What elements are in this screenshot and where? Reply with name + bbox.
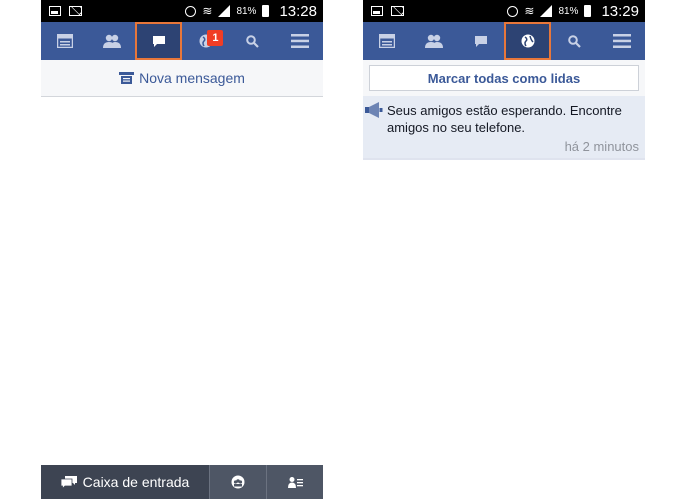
alarm-icon (507, 5, 519, 17)
tab-friends[interactable] (88, 22, 135, 60)
tab-notifications[interactable]: 1 (182, 22, 229, 60)
clock: 13:28 (279, 2, 317, 20)
messages-icon (474, 35, 487, 47)
inbox-label: Caixa de entrada (82, 474, 190, 490)
wifi-icon: ≋ (202, 4, 213, 18)
notification-time: há 2 minutos (564, 139, 639, 154)
notifications-panel: Marcar todas como lidas Seus amigos estã… (363, 60, 645, 160)
battery-percent: 81% (558, 5, 579, 17)
contacts-icon (287, 477, 303, 488)
status-bar: ≋ 81% 13:29 (363, 0, 645, 22)
mail-icon (69, 6, 82, 16)
notifications-badge: 1 (207, 30, 224, 46)
tab-news-feed[interactable] (363, 22, 410, 60)
tab-news-feed[interactable] (41, 22, 88, 60)
tab-menu[interactable] (276, 22, 323, 60)
compose-icon (119, 72, 135, 84)
notification-text: Seus amigos estão esperando. Encontre am… (387, 103, 622, 135)
alarm-icon (185, 5, 197, 17)
messages-icon (60, 475, 77, 489)
status-bar: ≋ 81% 13:28 (41, 0, 323, 22)
new-message-label: Nova mensagem (139, 70, 245, 86)
image-icon (371, 6, 383, 16)
search-icon (568, 34, 581, 48)
battery-icon (262, 5, 270, 17)
notification-item[interactable]: Seus amigos estão esperando. Encontre am… (363, 96, 645, 158)
top-nav (363, 22, 645, 60)
image-icon (49, 6, 61, 16)
mark-read-row: Marcar todas como lidas (363, 60, 645, 96)
right-phone-screen: ≋ 81% 13:29 Marcar todas como lidas Seus… (363, 0, 645, 160)
menu-icon (612, 34, 631, 48)
menu-icon (290, 34, 309, 48)
signal-icon (540, 5, 553, 17)
tab-messages[interactable] (135, 22, 182, 60)
tab-menu[interactable] (598, 22, 645, 60)
news-feed-icon (56, 34, 73, 48)
signal-icon (218, 5, 231, 17)
group-icon (231, 475, 245, 489)
friends-icon (102, 34, 121, 48)
clock: 13:29 (601, 2, 639, 20)
groups-button[interactable] (209, 465, 266, 499)
friends-icon (424, 34, 443, 48)
battery-percent: 81% (236, 5, 257, 17)
news-feed-icon (378, 34, 395, 48)
wifi-icon: ≋ (524, 4, 535, 18)
search-icon (246, 34, 259, 48)
battery-icon (584, 5, 592, 17)
globe-icon (521, 34, 534, 48)
megaphone-icon (365, 102, 383, 118)
bottom-bar: Caixa de entrada (41, 465, 323, 499)
contacts-button[interactable] (266, 465, 323, 499)
tab-notifications[interactable] (504, 22, 551, 60)
tab-friends[interactable] (410, 22, 457, 60)
mark-all-read-button[interactable]: Marcar todas como lidas (369, 65, 639, 91)
top-nav: 1 (41, 22, 323, 60)
new-message-button[interactable]: Nova mensagem (41, 60, 323, 97)
inbox-tab[interactable]: Caixa de entrada (41, 465, 209, 499)
tab-search[interactable] (551, 22, 598, 60)
mail-icon (391, 6, 404, 16)
tab-messages[interactable] (457, 22, 504, 60)
messages-icon (152, 35, 165, 47)
tab-search[interactable] (229, 22, 276, 60)
left-phone-screen: ≋ 81% 13:28 1 Nova mensagem Caixa de ent… (41, 0, 323, 499)
